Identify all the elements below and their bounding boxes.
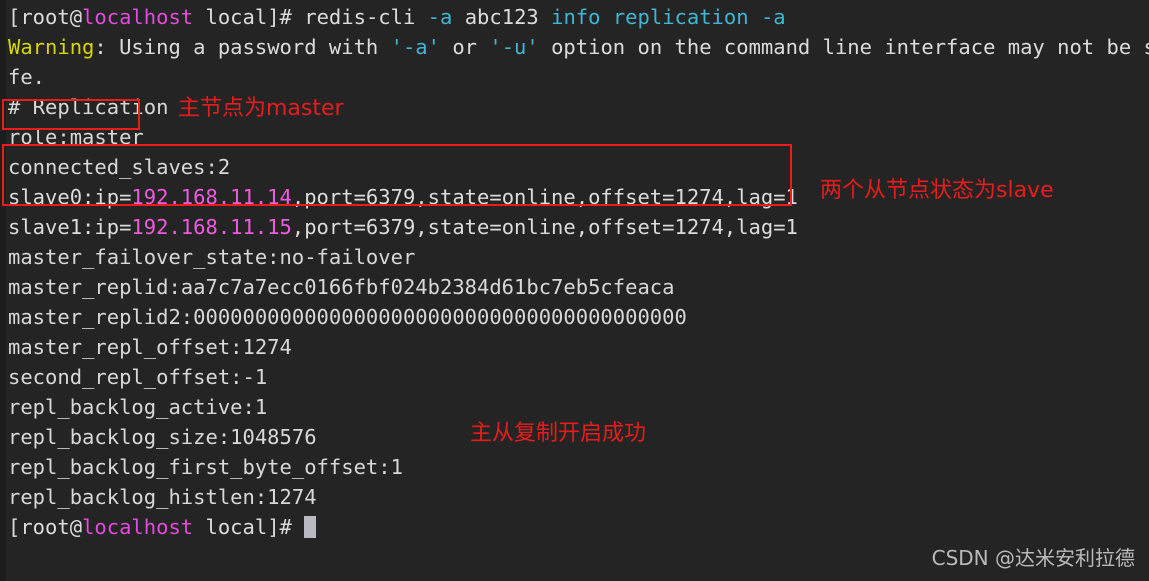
terminal-cursor[interactable]	[304, 516, 317, 538]
slave0-ip: 192.168.11.14	[131, 185, 292, 209]
annotation-note-master: 主节点为master	[178, 96, 344, 121]
warning-text-1: : Using a password with	[94, 35, 391, 59]
command-subcommand: info replication	[551, 5, 761, 29]
prompt-suffix-final: local]#	[193, 515, 305, 539]
slave1-details: ,port=6379,state=online,offset=1274,lag=…	[291, 215, 798, 239]
command-name: redis-cli	[304, 5, 428, 29]
terminal-line-master-repl-offset: master_repl_offset:1274	[8, 335, 292, 359]
terminal-output: [root@localhost local]# redis-cli -a abc…	[8, 2, 1149, 542]
slave1-label: slave1:ip=	[8, 215, 132, 239]
warning-option-u: '-u'	[489, 35, 539, 59]
terminal-line-master-replid2: master_replid2:0000000000000000000000000…	[8, 305, 687, 329]
command-flag-auth: -a	[427, 5, 453, 29]
prompt-prefix: [root@	[8, 5, 83, 29]
command-password: abc123	[452, 5, 552, 29]
terminal-line-slave1: slave1:ip=192.168.11.15,port=6379,state=…	[8, 212, 1149, 242]
terminal-line-second-repl-offset: second_repl_offset:-1	[8, 365, 268, 389]
terminal-line-repl-backlog-histlen: repl_backlog_histlen:1274	[8, 485, 317, 509]
terminal-line-warning-wrap: fe.	[8, 65, 46, 89]
terminal-line-failover-state: master_failover_state:no-failover	[8, 245, 416, 269]
terminal-line-prompt[interactable]: [root@localhost local]#	[8, 512, 1149, 542]
slave0-details: ,port=6379,state=online,offset=1274,lag=…	[291, 185, 798, 209]
warning-option-a: '-a'	[390, 35, 440, 59]
warning-label: Warning	[8, 35, 95, 59]
terminal-left-gutter	[0, 0, 6, 581]
slave1-ip: 192.168.11.15	[131, 215, 292, 239]
terminal-window: [root@localhost local]# redis-cli -a abc…	[0, 0, 1149, 581]
command-flag-auth-2: -a	[760, 5, 786, 29]
terminal-line-master-replid: master_replid:aa7c7a7ecc0166fbf024b2384d…	[8, 275, 675, 299]
prompt-suffix: local]#	[193, 5, 305, 29]
prompt-prefix-final: [root@	[8, 515, 83, 539]
annotation-note-success: 主从复制开启成功	[470, 421, 647, 446]
prompt-hostname-final: localhost	[82, 515, 194, 539]
slave0-label: slave0:ip=	[8, 185, 132, 209]
csdn-watermark: CSDN @达米安利拉德	[931, 546, 1135, 570]
warning-text-3: option on the command line interface may…	[538, 35, 1149, 59]
terminal-line-command: [root@localhost local]# redis-cli -a abc…	[8, 2, 1149, 32]
terminal-line-repl-backlog-first-byte-offset: repl_backlog_first_byte_offset:1	[8, 455, 403, 479]
terminal-line-role: role:master	[8, 125, 144, 149]
warning-text-2: or	[440, 35, 490, 59]
annotation-note-slaves: 两个从节点状态为slave	[820, 178, 1054, 203]
prompt-hostname: localhost	[82, 5, 194, 29]
terminal-line-warning: Warning: Using a password with '-a' or '…	[8, 32, 1149, 62]
